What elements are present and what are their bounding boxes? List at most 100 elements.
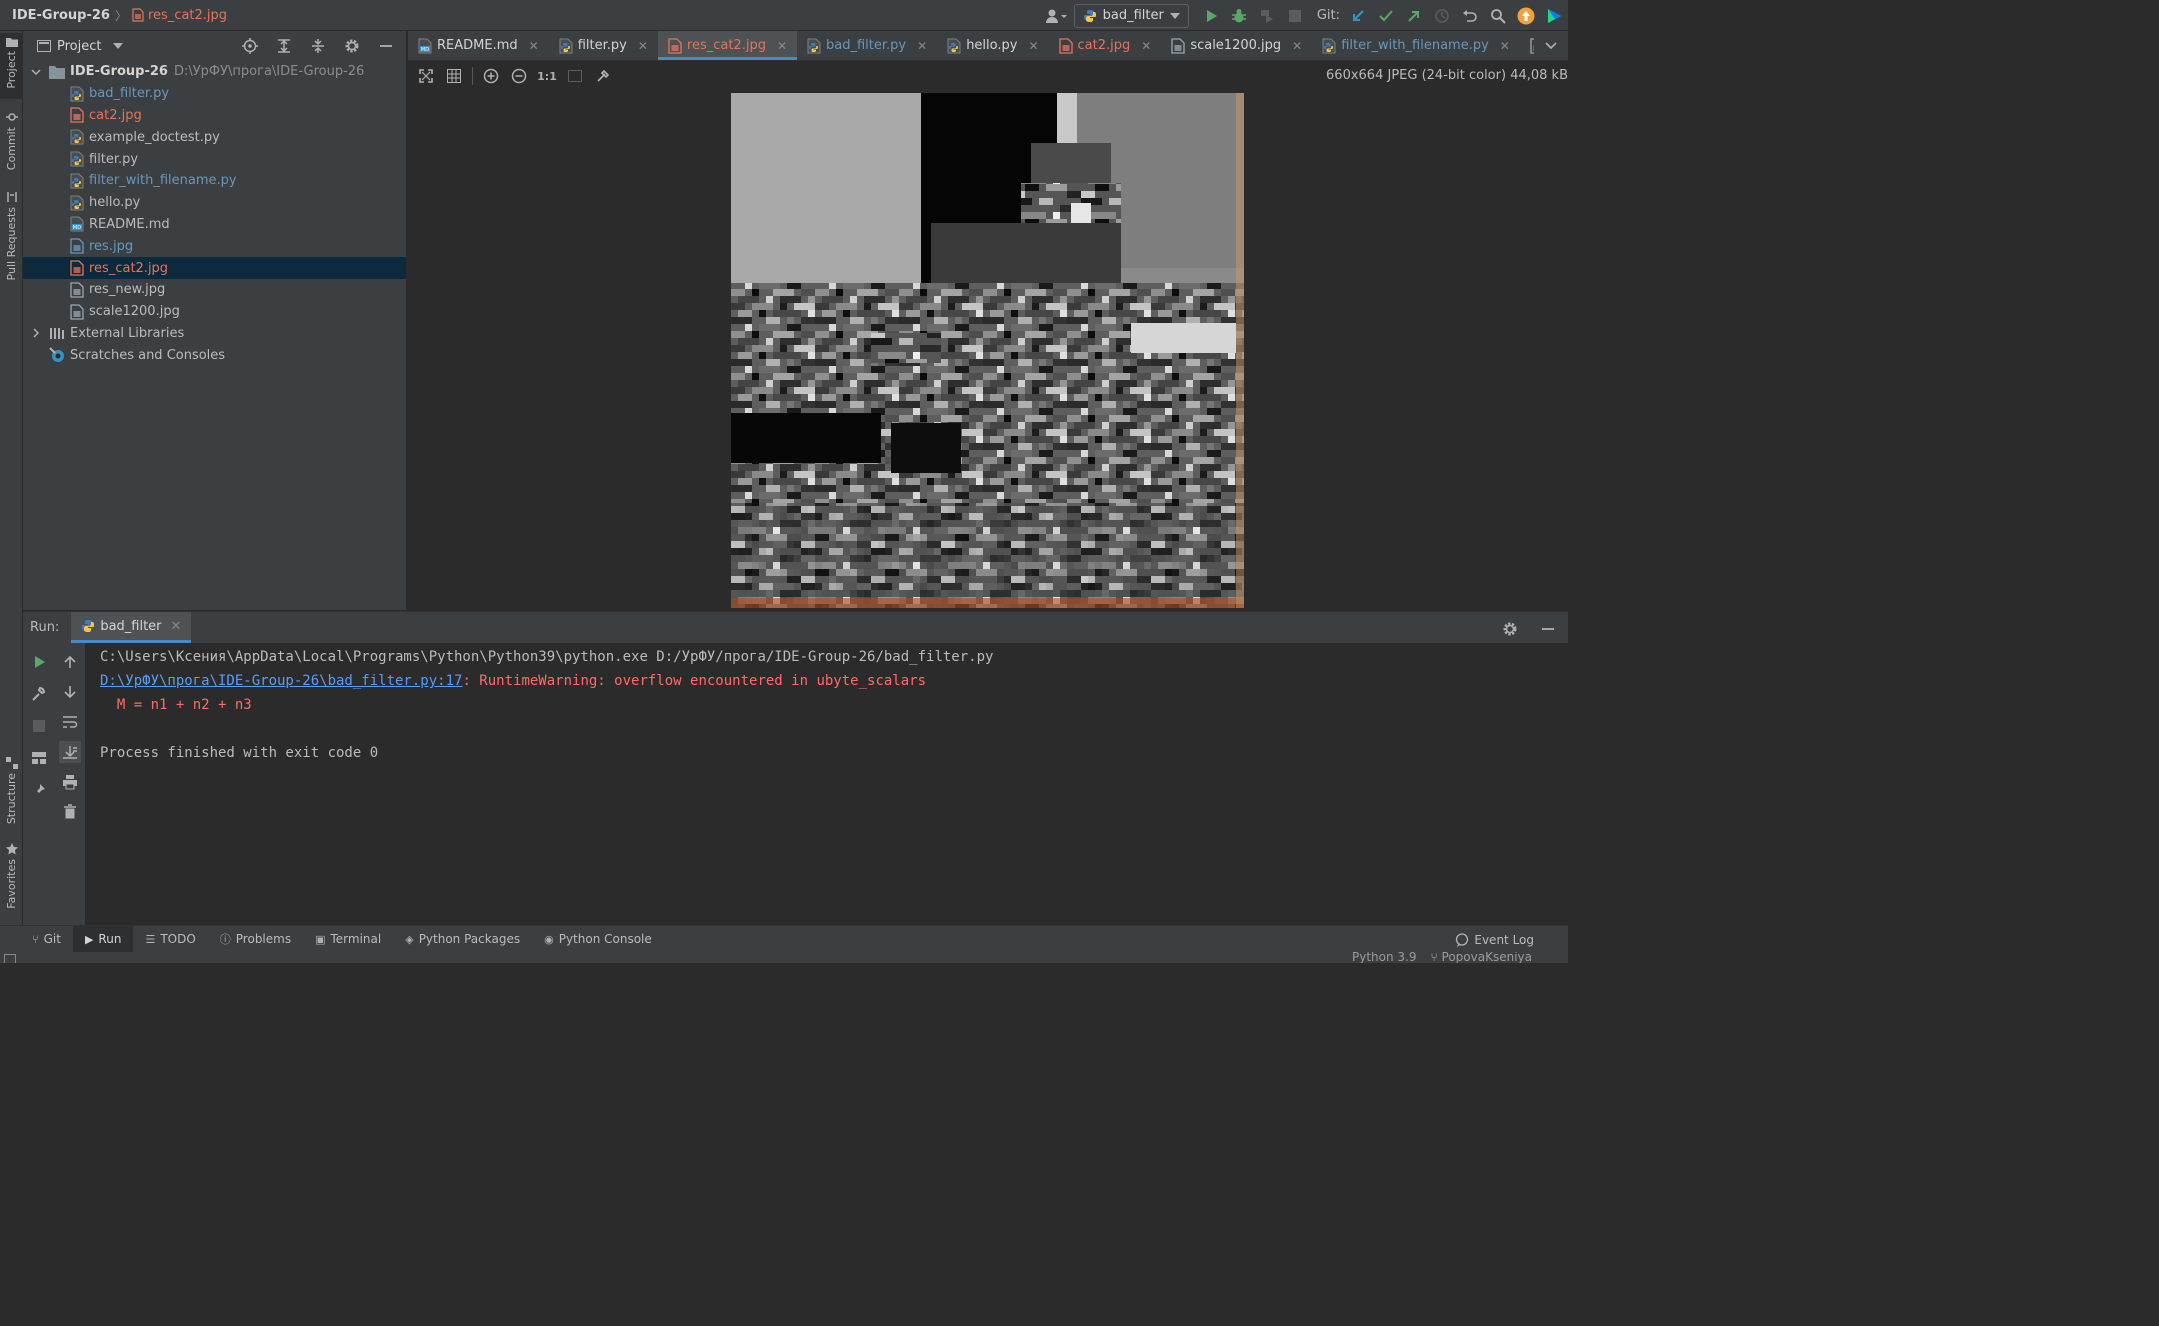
structure-tool-tab[interactable]: Structure [0, 757, 23, 829]
tree-item-bad-filter-py[interactable]: bad_filter.py [23, 83, 406, 105]
tool-window-toggle-icon[interactable] [4, 954, 16, 963]
project-tool-tab[interactable]: Project [0, 33, 23, 99]
editor-tab-scale1200-jpg[interactable]: scale1200.jpg ✕ [1161, 31, 1312, 60]
project-view-selector[interactable]: Project [57, 39, 101, 54]
bottom-tab-python-console[interactable]: ◉ Python Console [532, 926, 664, 953]
bottom-tab-git[interactable]: ⑂ Git [20, 926, 73, 953]
background-toggle-icon[interactable] [565, 66, 585, 86]
layout-icon[interactable] [28, 747, 50, 769]
editor-tab-res-cat2-jpg[interactable]: res_cat2.jpg ✕ [657, 31, 798, 60]
trash-icon[interactable] [59, 801, 81, 823]
tree-item-filter-py[interactable]: filter.py [23, 148, 406, 170]
hide-panel-icon[interactable] [1537, 618, 1559, 640]
favorites-tool-tab[interactable]: Favorites [0, 843, 23, 915]
stop-icon[interactable] [1284, 5, 1306, 27]
python-file-icon [1322, 38, 1336, 53]
close-icon[interactable]: ✕ [529, 39, 539, 53]
print-icon[interactable] [59, 771, 81, 793]
run-tab-bad-filter[interactable]: bad_filter ✕ [71, 612, 192, 643]
bottom-tab-problems[interactable]: ⓘ Problems [208, 926, 303, 953]
collapse-all-icon[interactable] [307, 35, 329, 57]
editor-tab-filter-with-filename-py[interactable]: filter_with_filename.py ✕ [1312, 31, 1520, 60]
scroll-to-end-icon[interactable] [58, 741, 81, 763]
arrow-down-icon[interactable] [59, 681, 81, 703]
git-push-icon[interactable] [1403, 5, 1425, 27]
zoom-in-icon[interactable] [481, 66, 501, 86]
bottom-tab-python-packages[interactable]: ◈ Python Packages [393, 926, 532, 953]
tree-root-row[interactable]: IDE-Group-26 D:\УрФУ\прога\IDE-Group-26 [23, 61, 406, 83]
editor-tab-cat2-jpg[interactable]: cat2.jpg ✕ [1049, 31, 1162, 60]
rollback-icon[interactable] [1459, 5, 1481, 27]
git-update-icon[interactable] [1347, 5, 1369, 27]
tab-list-dropdown[interactable] [1534, 31, 1568, 60]
git-commit-icon[interactable] [1375, 5, 1397, 27]
grid-icon[interactable] [444, 66, 464, 86]
search-icon[interactable] [1487, 5, 1509, 27]
run-configuration-selector[interactable]: bad_filter [1073, 3, 1189, 28]
tree-item-hello-py[interactable]: hello.py [23, 192, 406, 214]
editor-tab-label: bad_filter.py [826, 38, 907, 53]
git-label: Git: [1316, 8, 1340, 23]
code-with-me-icon[interactable] [1543, 5, 1565, 27]
tree-item-filter-with-filename-py[interactable]: filter_with_filename.py [23, 170, 406, 192]
tree-item-res-cat2-jpg[interactable]: res_cat2.jpg [23, 257, 406, 279]
tree-item-cat2-jpg[interactable]: cat2.jpg [23, 105, 406, 127]
close-icon[interactable]: ✕ [1292, 39, 1302, 53]
soft-wrap-icon[interactable] [59, 711, 81, 733]
console-output[interactable]: C:\Users\Ксения\AppData\Local\Programs\P… [100, 645, 993, 765]
event-log-button[interactable]: Event Log [1455, 926, 1534, 953]
close-icon[interactable]: ✕ [1141, 39, 1151, 53]
close-icon[interactable]: ✕ [777, 39, 787, 53]
interpreter-widget[interactable]: Python 3.9 [1352, 952, 1417, 963]
close-icon[interactable]: ✕ [171, 619, 182, 634]
tree-item-res-jpg[interactable]: res.jpg [23, 235, 406, 257]
color-picker-icon[interactable] [593, 66, 613, 86]
bottom-tool-bar: ⑂ Git ▶ Run ☰ TODO ⓘ Problems ▣ Terminal ◈ Python P… [0, 925, 1568, 953]
editor-tab-filter-py[interactable]: filter.py ✕ [549, 31, 658, 60]
close-icon[interactable]: ✕ [1500, 39, 1510, 53]
expand-all-icon[interactable] [273, 35, 295, 57]
bottom-tab-terminal[interactable]: ▣ Terminal [303, 926, 393, 953]
bottom-tab-run[interactable]: ▶ Run [72, 925, 134, 953]
close-icon[interactable]: ✕ [638, 39, 648, 53]
history-icon[interactable] [1431, 5, 1453, 27]
external-libraries-row[interactable]: External Libraries [23, 323, 406, 345]
hide-panel-icon[interactable] [375, 35, 397, 57]
arrow-up-icon[interactable] [59, 651, 81, 673]
scratches-row[interactable]: Scratches and Consoles [23, 344, 406, 366]
gear-icon[interactable] [1499, 618, 1521, 640]
tree-item-readme-md[interactable]: MD README.md [23, 214, 406, 236]
traceback-link[interactable]: D:\УрФУ\прога\IDE-Group-26\bad_filter.py… [100, 673, 462, 689]
editor-tab-bad-filter-py[interactable]: bad_filter.py ✕ [797, 31, 937, 60]
tree-item-scale1200-jpg[interactable]: scale1200.jpg [23, 301, 406, 323]
pull-requests-tool-tab[interactable]: Pull Requests [0, 191, 23, 287]
debug-icon[interactable] [1228, 5, 1250, 27]
run-with-coverage-icon[interactable] [1256, 5, 1278, 27]
breadcrumb-project[interactable]: IDE-Group-26 [12, 8, 110, 23]
close-icon[interactable]: ✕ [917, 39, 927, 53]
editor-tab-label: cat2.jpg [1077, 38, 1131, 53]
commit-tool-tab[interactable]: Commit [0, 111, 23, 175]
close-icon[interactable]: ✕ [1028, 39, 1038, 53]
gear-icon[interactable] [341, 35, 363, 57]
user-dropdown-icon[interactable] [1045, 5, 1067, 27]
chevron-down-icon[interactable] [113, 43, 124, 49]
actual-size-button[interactable]: 1:1 [537, 66, 557, 86]
run-actions-toolbar [23, 643, 54, 926]
locate-file-icon[interactable] [239, 35, 261, 57]
tree-item-res-new-jpg[interactable]: res_new.jpg [23, 279, 406, 301]
run-icon[interactable] [1200, 5, 1222, 27]
rerun-icon[interactable] [28, 651, 50, 673]
stop-icon[interactable] [28, 715, 50, 737]
ide-update-icon[interactable] [1515, 5, 1537, 27]
tree-item-example-doctest-py[interactable]: example_doctest.py [23, 126, 406, 148]
bottom-tab-todo[interactable]: ☰ TODO [133, 926, 207, 953]
editor-tab-hello-py[interactable]: hello.py ✕ [937, 31, 1048, 60]
breadcrumb-file[interactable]: res_cat2.jpg [132, 8, 227, 23]
zoom-out-icon[interactable] [509, 66, 529, 86]
editor-tab-readme-md[interactable]: MD README.md ✕ [408, 31, 549, 60]
git-branch-widget[interactable]: ⑂ PopovaKseniya [1431, 952, 1532, 963]
pin-icon[interactable] [28, 779, 50, 801]
fit-to-window-icon[interactable] [416, 66, 436, 86]
wrench-icon[interactable] [28, 683, 50, 705]
